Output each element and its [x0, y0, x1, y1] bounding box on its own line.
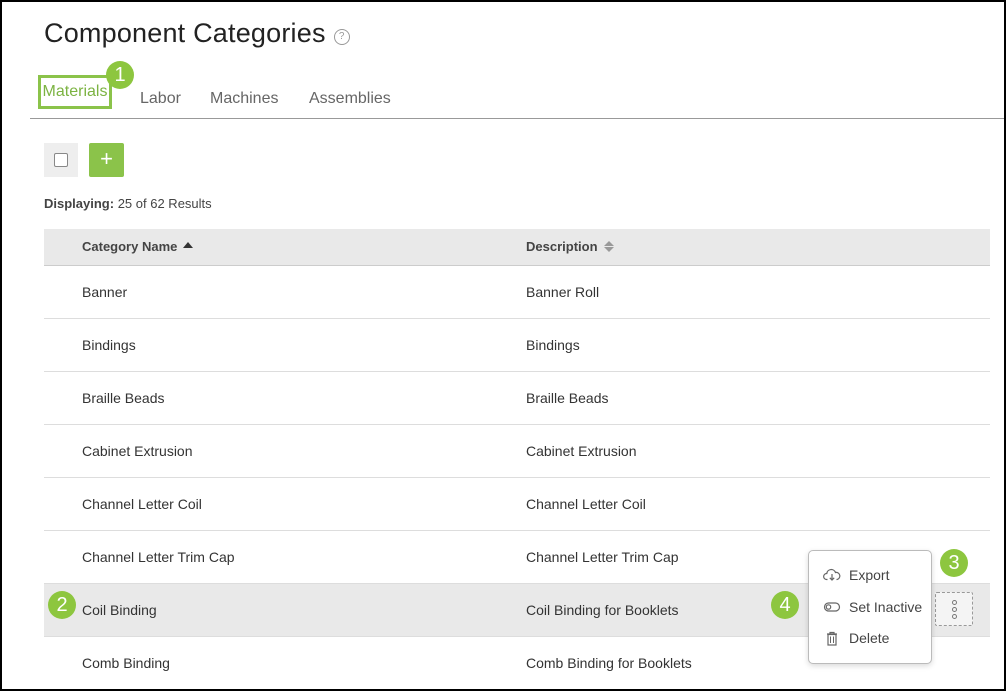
category-description: Coil Binding for Booklets — [526, 602, 679, 618]
table-header: Category Name Description — [44, 229, 990, 266]
column-description[interactable]: Description — [526, 239, 614, 254]
checkbox-icon — [54, 153, 68, 167]
tab-labor[interactable]: Labor — [140, 90, 181, 108]
kebab-dot-icon — [951, 599, 957, 605]
category-description: Channel Letter Trim Cap — [526, 549, 679, 565]
category-description: Braille Beads — [526, 390, 609, 406]
category-name: Comb Binding — [82, 655, 170, 671]
menu-item-export[interactable]: Export — [823, 567, 889, 583]
callout-badge-4: 4 — [771, 591, 799, 619]
tab-materials[interactable]: Materials — [38, 75, 112, 109]
category-name: Braille Beads — [82, 390, 165, 406]
add-category-button[interactable]: + — [89, 143, 124, 177]
menu-item-delete[interactable]: Delete — [823, 630, 889, 646]
menu-item-label: Set Inactive — [849, 599, 923, 615]
row-actions-menu: Export Set Inactive Delete — [808, 550, 932, 664]
results-count: Displaying: 25 of 62 Results — [44, 196, 212, 211]
menu-item-set-inactive[interactable]: Set Inactive — [823, 599, 922, 615]
column-label: Description — [526, 239, 598, 254]
category-name: Coil Binding — [82, 602, 157, 618]
category-name: Bindings — [82, 337, 136, 353]
category-description: Comb Binding for Booklets — [526, 655, 692, 671]
category-description: Cabinet Extrusion — [526, 443, 637, 459]
column-category-name[interactable]: Category Name — [82, 239, 194, 254]
page-title: Component Categories — [44, 18, 326, 48]
callout-badge-2: 2 — [48, 591, 76, 619]
table-row[interactable]: Bindings Bindings — [44, 319, 990, 372]
menu-item-label: Export — [849, 567, 890, 583]
kebab-dot-icon — [951, 613, 957, 619]
trash-icon — [827, 631, 837, 646]
question-circle-icon[interactable]: ? — [333, 28, 350, 45]
category-name: Banner — [82, 284, 128, 300]
callout-badge-3: 3 — [940, 549, 968, 577]
toolbar: + — [44, 143, 124, 177]
tab-machines[interactable]: Machines — [210, 90, 278, 108]
table-row[interactable]: Braille Beads Braille Beads — [44, 372, 990, 425]
category-name: Cabinet Extrusion — [82, 443, 193, 459]
category-name: Channel Letter Coil — [82, 496, 202, 512]
category-description: Banner Roll — [526, 284, 600, 300]
results-text: 25 of 62 Results — [117, 196, 212, 211]
select-all-checkbox[interactable] — [44, 143, 78, 177]
sort-icon — [603, 241, 614, 252]
results-prefix: Displaying: — [44, 196, 115, 211]
category-tabs: Materials Labor Machines Assemblies — [30, 75, 1006, 119]
cloud-download-icon — [823, 568, 841, 581]
category-name: Channel Letter Trim Cap — [82, 549, 235, 565]
callout-badge-1: 1 — [106, 61, 134, 89]
column-label: Category Name — [82, 239, 178, 254]
kebab-dot-icon — [951, 606, 957, 612]
table-row[interactable]: Cabinet Extrusion Cabinet Extrusion — [44, 425, 990, 478]
table-row[interactable]: Channel Letter Coil Channel Letter Coil — [44, 478, 990, 531]
menu-item-label: Delete — [849, 630, 890, 646]
tab-assemblies[interactable]: Assemblies — [309, 90, 391, 108]
category-description: Bindings — [526, 337, 580, 353]
row-actions-button[interactable] — [935, 592, 973, 626]
title-row: Component Categories ? — [44, 18, 350, 49]
toggle-icon — [823, 602, 841, 612]
table-row[interactable]: Banner Banner Roll — [44, 266, 990, 319]
sort-ascending-icon — [183, 241, 194, 248]
category-description: Channel Letter Coil — [526, 496, 646, 512]
